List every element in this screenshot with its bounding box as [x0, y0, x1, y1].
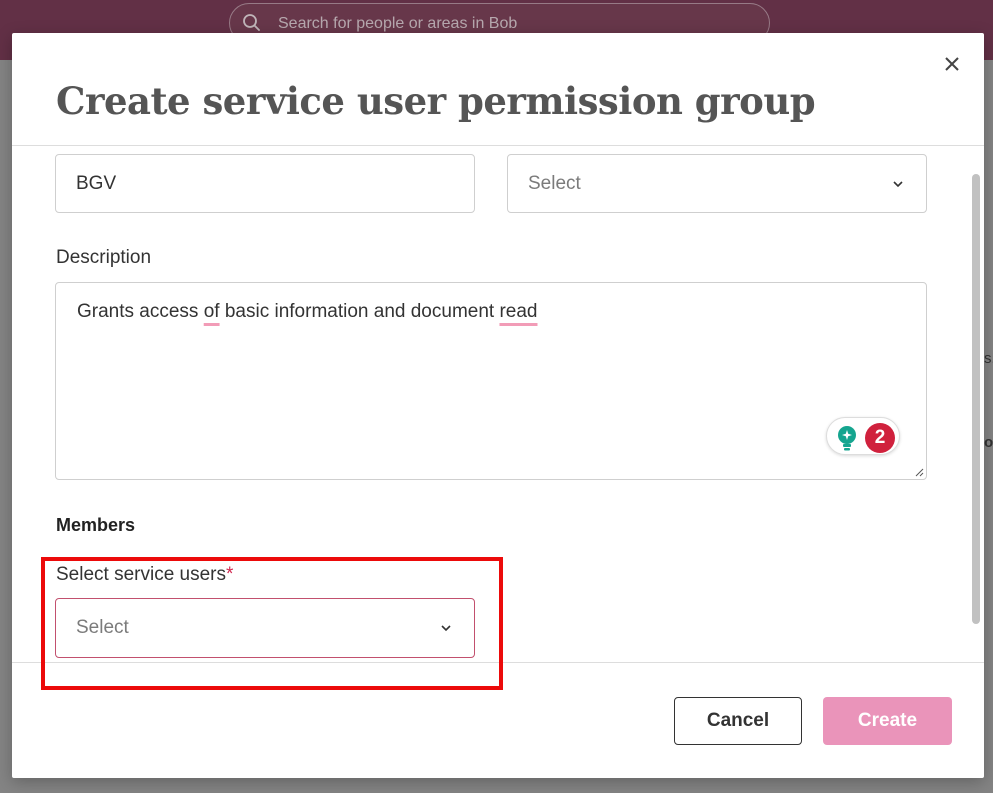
description-label: Description	[56, 247, 152, 268]
scrollbar[interactable]	[970, 146, 984, 662]
group-name-value: BGV	[76, 173, 117, 194]
grammarly-widget[interactable]: 2	[826, 417, 900, 455]
description-value: Grants access of basic information and d…	[77, 301, 538, 323]
create-button[interactable]: Create	[823, 697, 952, 745]
resize-handle-icon[interactable]	[914, 467, 924, 477]
description-text-part: Grants access	[77, 301, 204, 322]
background-edge-text: s.	[984, 350, 993, 367]
background-edge-text: o	[984, 434, 993, 451]
close-icon	[945, 57, 959, 71]
scrollbar-thumb[interactable]	[972, 174, 980, 624]
description-misspelled-word[interactable]: read	[499, 301, 537, 322]
group-name-input[interactable]: BGV	[55, 154, 475, 213]
description-text-part: basic information and document	[219, 301, 500, 322]
close-button[interactable]	[941, 53, 963, 75]
description-textarea[interactable]: Grants access of basic information and d…	[55, 282, 927, 480]
members-heading: Members	[56, 515, 136, 535]
header-divider	[12, 145, 984, 146]
description-misspelled-word[interactable]: of	[204, 301, 220, 322]
cancel-button[interactable]: Cancel	[674, 697, 802, 745]
lightbulb-icon	[838, 426, 856, 451]
group-type-placeholder: Select	[528, 173, 581, 194]
create-permission-group-dialog: Create service user permission group BGV…	[12, 33, 984, 778]
grammarly-count-badge: 2	[865, 423, 895, 453]
dialog-title: Create service user permission group	[56, 79, 816, 123]
highlight-box	[41, 557, 503, 690]
group-type-select[interactable]: Select	[507, 154, 927, 213]
chevron-down-icon	[893, 181, 903, 188]
